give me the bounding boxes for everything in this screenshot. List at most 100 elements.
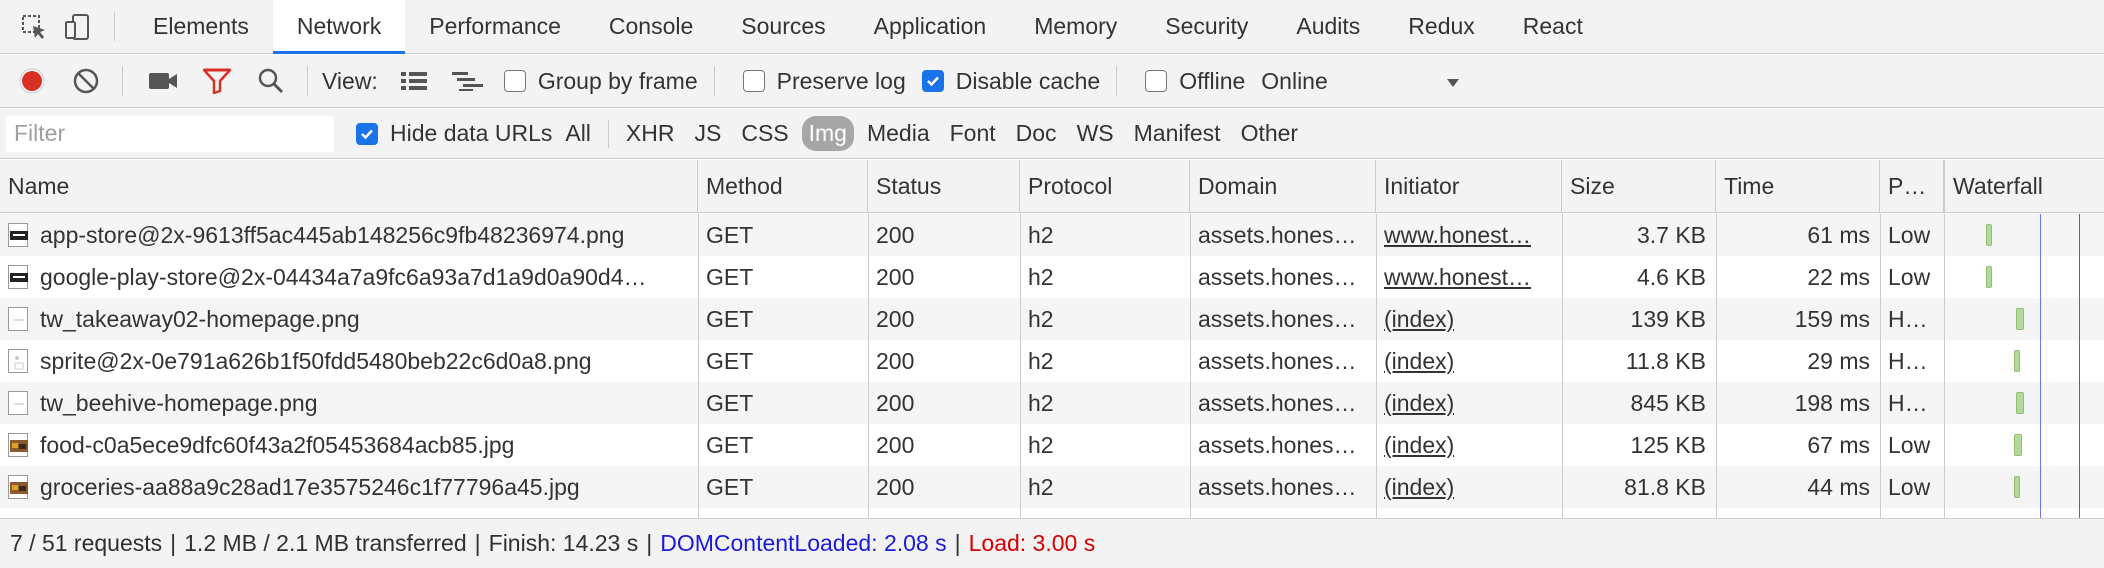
tab-performance[interactable]: Performance [405, 0, 585, 53]
offline-label: Offline [1179, 67, 1246, 94]
time-text: 159 ms [1794, 305, 1870, 332]
tab-security[interactable]: Security [1141, 0, 1272, 53]
throttling-select[interactable]: Online [1261, 68, 1461, 95]
dropdown-arrow-icon [1445, 68, 1461, 95]
request-row[interactable]: app-store@2x-9613ff5ac445ab148256c9fb482… [0, 214, 2104, 256]
cell-initiator[interactable]: (index) [1376, 340, 1562, 382]
type-filter-doc[interactable]: Doc [1009, 116, 1064, 151]
type-filter-xhr[interactable]: XHR [619, 116, 682, 151]
waterfall-bar[interactable] [2016, 392, 2024, 414]
devtools-tab-bar: Elements Network Performance Console Sources… [0, 0, 2104, 54]
waterfall-bar[interactable] [2014, 476, 2020, 498]
dom-content-loaded-marker [2040, 214, 2041, 518]
cell-method: GET [698, 340, 868, 382]
request-row[interactable]: tw_beehive-homepage.png GET 200 h2 assets.ho… [0, 382, 2104, 424]
column-divider [1562, 214, 1563, 518]
request-row[interactable]: tw_takeaway02-homepage.png GET 200 h2 assets… [0, 298, 2104, 340]
cell-initiator[interactable]: (index) [1376, 382, 1562, 424]
cell-priority: Low [1880, 424, 1944, 466]
disable-cache-checkbox[interactable]: Disable cache [921, 68, 1100, 95]
protocol-text: h2 [1028, 305, 1054, 332]
requests-table-body: app-store@2x-9613ff5ac445ab148256c9fb482… [0, 214, 2104, 518]
cell-protocol: h2 [1020, 340, 1190, 382]
time-text: 22 ms [1807, 263, 1870, 290]
cell-protocol: h2 [1020, 256, 1190, 298]
requests-count: 7 / 51 requests [10, 530, 163, 556]
domain-text: assets.hones… [1198, 221, 1357, 248]
tab-redux[interactable]: Redux [1384, 0, 1498, 53]
type-filter-ws[interactable]: WS [1070, 116, 1121, 151]
column-header-name[interactable]: Name [0, 160, 698, 213]
request-row[interactable]: google-play-store@2x-04434a7a9fc6a93a7d1… [0, 256, 2104, 298]
cell-method: GET [698, 256, 868, 298]
filter-input[interactable] [6, 115, 334, 152]
hide-data-urls-checkbox[interactable]: Hide data URLs [356, 120, 552, 147]
tab-elements[interactable]: Elements [129, 0, 273, 53]
type-filter-media[interactable]: Media [860, 116, 937, 151]
column-header-domain[interactable]: Domain [1190, 160, 1376, 213]
column-header-initiator[interactable]: Initiator [1376, 160, 1562, 213]
domain-text: assets.hones… [1198, 305, 1357, 332]
request-row[interactable]: sprite@2x-0e791a626b1f50fdd5480beb22c6d0… [0, 340, 2104, 382]
badge-thumbnail-icon [8, 265, 28, 289]
inspect-element-icon[interactable] [12, 0, 56, 53]
column-header-protocol[interactable]: Protocol [1020, 160, 1190, 213]
tab-memory[interactable]: Memory [1010, 0, 1141, 53]
waterfall-bar[interactable] [1986, 224, 1992, 246]
name-text: groceries-aa88a9c28ad17e3575246c1f77796a… [40, 473, 580, 500]
method-text: GET [706, 473, 754, 500]
cell-protocol: h2 [1020, 298, 1190, 340]
tab-sources[interactable]: Sources [717, 0, 849, 53]
column-header-method[interactable]: Method [698, 160, 868, 213]
type-filter-all[interactable]: All [558, 116, 598, 151]
cell-size: 81.8 KB [1562, 466, 1716, 508]
clear-button[interactable] [68, 63, 104, 99]
waterfall-bar[interactable] [2014, 350, 2020, 372]
type-filter-font[interactable]: Font [943, 116, 1003, 151]
request-row[interactable]: food-c0a5ece9dfc60f43a2f05453684acb85.jp… [0, 424, 2104, 466]
type-filter-css[interactable]: CSS [734, 116, 795, 151]
method-text: GET [706, 431, 754, 458]
type-filter-js[interactable]: JS [687, 116, 728, 151]
type-filter-manifest[interactable]: Manifest [1127, 116, 1228, 151]
waterfall-bar[interactable] [2016, 308, 2024, 330]
name-text: tw_takeaway02-homepage.png [40, 305, 360, 332]
column-header-time[interactable]: Time [1716, 160, 1880, 213]
device-toolbar-icon[interactable] [56, 0, 100, 53]
tab-console[interactable]: Console [585, 0, 717, 53]
record-button[interactable] [14, 63, 50, 99]
cell-initiator[interactable]: (index) [1376, 298, 1562, 340]
tab-audits[interactable]: Audits [1272, 0, 1384, 53]
column-header-size[interactable]: Size [1562, 160, 1716, 213]
tab-application[interactable]: Application [850, 0, 1011, 53]
column-header-priority[interactable]: P… [1880, 160, 1944, 213]
tab-react[interactable]: React [1499, 0, 1607, 53]
preserve-log-checkbox[interactable]: Preserve log [742, 68, 906, 95]
waterfall-bar[interactable] [1986, 266, 1992, 288]
column-header-waterfall[interactable]: Waterfall [1944, 160, 2104, 213]
cell-domain: assets.hones… [1190, 298, 1376, 340]
cell-initiator[interactable]: www.honest… [1376, 214, 1562, 256]
protocol-text: h2 [1028, 431, 1054, 458]
search-icon[interactable] [253, 63, 289, 99]
type-filter-img[interactable]: Img [801, 116, 854, 151]
group-by-frame-checkbox[interactable]: Group by frame [503, 68, 698, 95]
type-filter-other[interactable]: Other [1234, 116, 1306, 151]
cell-initiator[interactable]: (index) [1376, 424, 1562, 466]
offline-checkbox[interactable]: Offline [1145, 68, 1245, 95]
request-row[interactable]: groceries-aa88a9c28ad17e3575246c1f77796a… [0, 466, 2104, 508]
cell-priority: H… [1880, 298, 1944, 340]
cell-time: 198 ms [1716, 382, 1880, 424]
column-header-status[interactable]: Status [868, 160, 1020, 213]
large-rows-list-icon[interactable] [396, 63, 432, 99]
screenshots-camera-icon[interactable] [145, 63, 181, 99]
filter-funnel-icon[interactable] [199, 63, 235, 99]
cell-method: GET [698, 424, 868, 466]
tab-network[interactable]: Network [272, 0, 406, 54]
cell-domain: assets.hones… [1190, 256, 1376, 298]
cell-initiator[interactable]: www.honest… [1376, 256, 1562, 298]
cell-size: 11.8 KB [1562, 340, 1716, 382]
waterfall-overview-icon[interactable] [450, 63, 486, 99]
cell-initiator[interactable]: (index) [1376, 466, 1562, 508]
waterfall-bar[interactable] [2014, 434, 2022, 456]
